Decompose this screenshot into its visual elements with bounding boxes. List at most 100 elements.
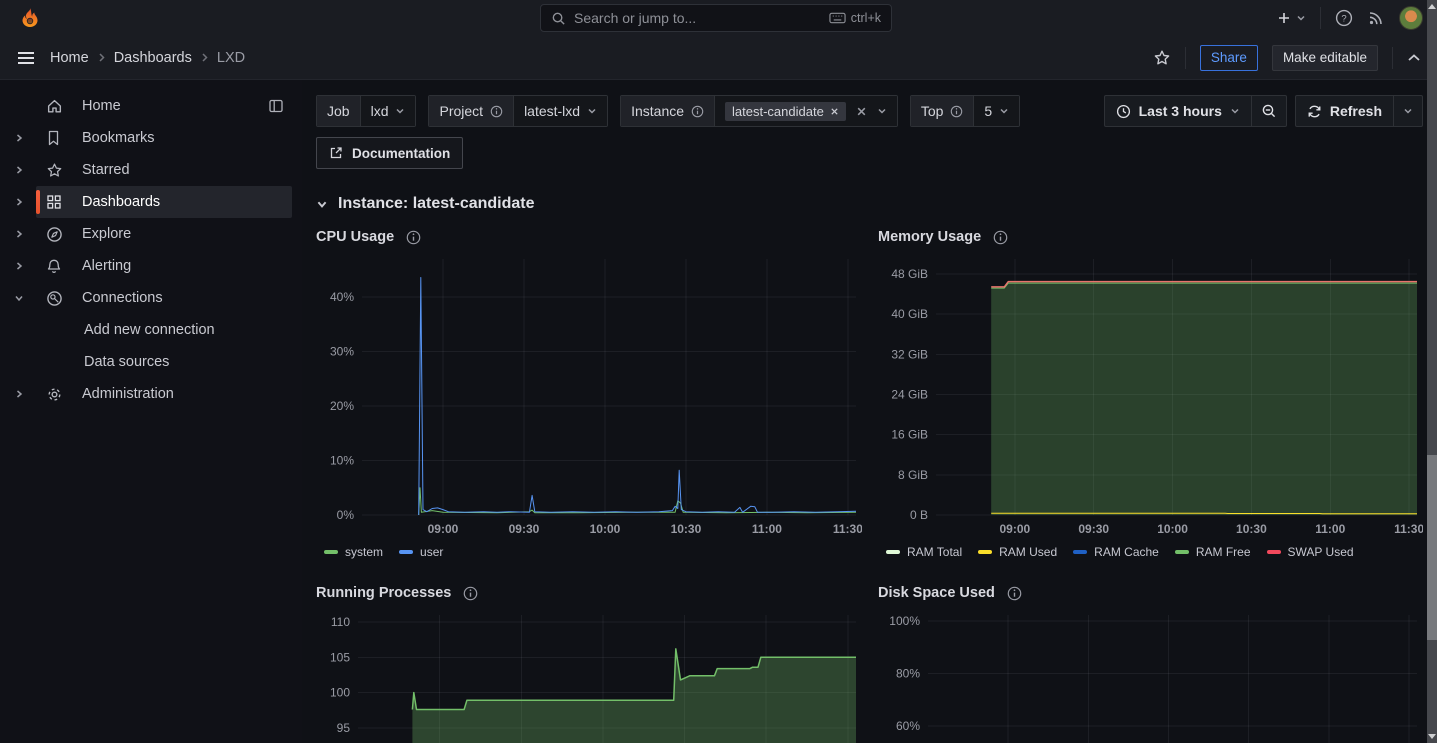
scroll-down-arrow-icon[interactable]: [1428, 734, 1436, 739]
panel-title-cpu[interactable]: CPU Usage: [316, 229, 862, 245]
legend-cpu: system user: [316, 545, 862, 559]
chevron-down-icon: [1296, 13, 1306, 23]
sidebar-item-administration[interactable]: Administration: [0, 378, 302, 410]
filter-job-value[interactable]: lxd: [361, 96, 416, 126]
clear-all-icon[interactable]: [856, 106, 867, 117]
scrollbar[interactable]: [1427, 0, 1437, 743]
breadcrumb-home[interactable]: Home: [50, 50, 89, 66]
svg-text:60%: 60%: [896, 719, 920, 733]
legend-swatch: [978, 550, 992, 554]
info-icon[interactable]: [950, 105, 963, 118]
chevron-down-icon: [999, 106, 1009, 116]
legend-item[interactable]: RAM Total: [886, 545, 962, 559]
legend-item[interactable]: RAM Cache: [1073, 545, 1159, 559]
clock-icon: [1116, 104, 1131, 119]
filter-top-label: Top: [911, 96, 975, 126]
filter-bar: Job lxd Project latest-lxd: [316, 95, 1423, 127]
gear-icon: [46, 386, 64, 403]
legend-item[interactable]: RAM Free: [1175, 545, 1251, 559]
svg-text:10:30: 10:30: [671, 522, 702, 536]
compass-icon: [46, 226, 64, 243]
sidebar-item-label: Home: [82, 98, 121, 114]
star-dashboard-button[interactable]: [1153, 49, 1171, 67]
divider: [1392, 47, 1393, 69]
panel-title-memory[interactable]: Memory Usage: [878, 229, 1423, 245]
legend-label: RAM Total: [907, 545, 962, 559]
zoom-out-button[interactable]: [1251, 95, 1287, 127]
chevron-right-icon[interactable]: [14, 197, 28, 207]
row-header-instance[interactable]: Instance: latest-candidate: [316, 195, 1423, 213]
info-icon[interactable]: [490, 105, 503, 118]
refresh-button[interactable]: Refresh: [1295, 95, 1393, 127]
chevron-down-icon: [395, 106, 405, 116]
share-button[interactable]: Share: [1200, 45, 1258, 71]
refresh-interval-dropdown[interactable]: [1393, 95, 1423, 127]
chevron-right-icon[interactable]: [14, 229, 28, 239]
chart-cpu-usage[interactable]: 0%10%20%30%40%09:0009:3010:0010:3011:001…: [316, 251, 862, 541]
collapse-toolbar-button[interactable]: [1407, 53, 1421, 63]
chevron-right-icon[interactable]: [14, 133, 28, 143]
info-icon[interactable]: [463, 586, 478, 601]
legend-item[interactable]: SWAP Used: [1267, 545, 1354, 559]
panel-cpu-usage: CPU Usage 0%10%20%30%40%09:0009:3010:001…: [316, 229, 862, 559]
legend-item[interactable]: RAM Used: [978, 545, 1057, 559]
sidebar-item-label: Dashboards: [82, 194, 160, 210]
svg-text:95: 95: [337, 721, 351, 735]
legend-item[interactable]: user: [399, 545, 443, 559]
legend-item[interactable]: system: [324, 545, 383, 559]
sidebar-item-bookmarks[interactable]: Bookmarks: [0, 122, 302, 154]
dock-menu-icon[interactable]: [268, 98, 284, 114]
time-range-picker[interactable]: Last 3 hours: [1104, 95, 1251, 127]
sidebar-item-starred[interactable]: Starred: [0, 154, 302, 186]
info-icon[interactable]: [993, 230, 1008, 245]
info-icon[interactable]: [1007, 586, 1022, 601]
sidebar-item-dashboards[interactable]: Dashboards: [0, 186, 302, 218]
panel-title-disk[interactable]: Disk Space Used: [878, 585, 1423, 601]
search-input[interactable]: Search or jump to... ctrl+k: [540, 4, 892, 32]
sidebar-item-label: Alerting: [82, 258, 131, 274]
user-avatar[interactable]: [1399, 6, 1423, 30]
remove-tag-icon[interactable]: [830, 107, 839, 116]
sidebar-item-connections[interactable]: Connections: [0, 282, 302, 314]
sidebar-item-data-sources[interactable]: Data sources: [0, 346, 302, 378]
chart-disk-space-used[interactable]: 100%80%60%40%: [878, 607, 1423, 743]
add-new-button[interactable]: [1276, 10, 1306, 26]
documentation-button[interactable]: Documentation: [316, 137, 463, 169]
divider: [1185, 47, 1186, 69]
scroll-up-arrow-icon[interactable]: [1428, 4, 1436, 9]
filter-instance-value[interactable]: latest-candidate: [715, 96, 897, 126]
chevron-down-icon[interactable]: [14, 293, 28, 303]
mega-menu-toggle[interactable]: [16, 50, 36, 66]
info-icon[interactable]: [691, 105, 704, 118]
instance-tag[interactable]: latest-candidate: [725, 102, 846, 121]
legend-label: RAM Used: [999, 545, 1057, 559]
info-icon[interactable]: [406, 230, 421, 245]
help-button[interactable]: ?: [1335, 9, 1353, 27]
breadcrumb: Home Dashboards LXD: [50, 50, 245, 66]
breadcrumb-dashboards[interactable]: Dashboards: [114, 50, 192, 66]
chart-svg-disk: 100%80%60%40%: [878, 607, 1423, 743]
grafana-logo-icon[interactable]: [18, 6, 42, 30]
plus-icon: [1276, 10, 1292, 26]
sidebar-item-explore[interactable]: Explore: [0, 218, 302, 250]
news-button[interactable]: [1367, 9, 1385, 27]
filter-project-value[interactable]: latest-lxd: [514, 96, 607, 126]
chevron-right-icon[interactable]: [14, 261, 28, 271]
sidebar-item-home[interactable]: Home: [0, 90, 302, 122]
make-editable-button[interactable]: Make editable: [1272, 45, 1378, 71]
sidebar-item-add-new-connection[interactable]: Add new connection: [0, 314, 302, 346]
svg-text:0 B: 0 B: [910, 508, 928, 522]
chevron-right-icon[interactable]: [14, 165, 28, 175]
zoom-out-icon: [1261, 103, 1277, 119]
chart-memory-usage[interactable]: 0 B8 GiB16 GiB24 GiB32 GiB40 GiB48 GiB09…: [878, 251, 1423, 541]
chevron-right-icon[interactable]: [14, 389, 28, 399]
filter-project: Project latest-lxd: [428, 95, 608, 127]
panel-title-processes[interactable]: Running Processes: [316, 585, 862, 601]
sidebar-item-alerting[interactable]: Alerting: [0, 250, 302, 282]
breadcrumb-bar: Home Dashboards LXD Share Make editable: [0, 36, 1437, 80]
chart-running-processes[interactable]: 11010510095: [316, 607, 862, 743]
scrollbar-thumb[interactable]: [1427, 455, 1437, 640]
filter-top-value[interactable]: 5: [974, 96, 1019, 126]
sidebar-item-label: Administration: [82, 386, 174, 402]
filter-job-label: Job: [317, 96, 361, 126]
